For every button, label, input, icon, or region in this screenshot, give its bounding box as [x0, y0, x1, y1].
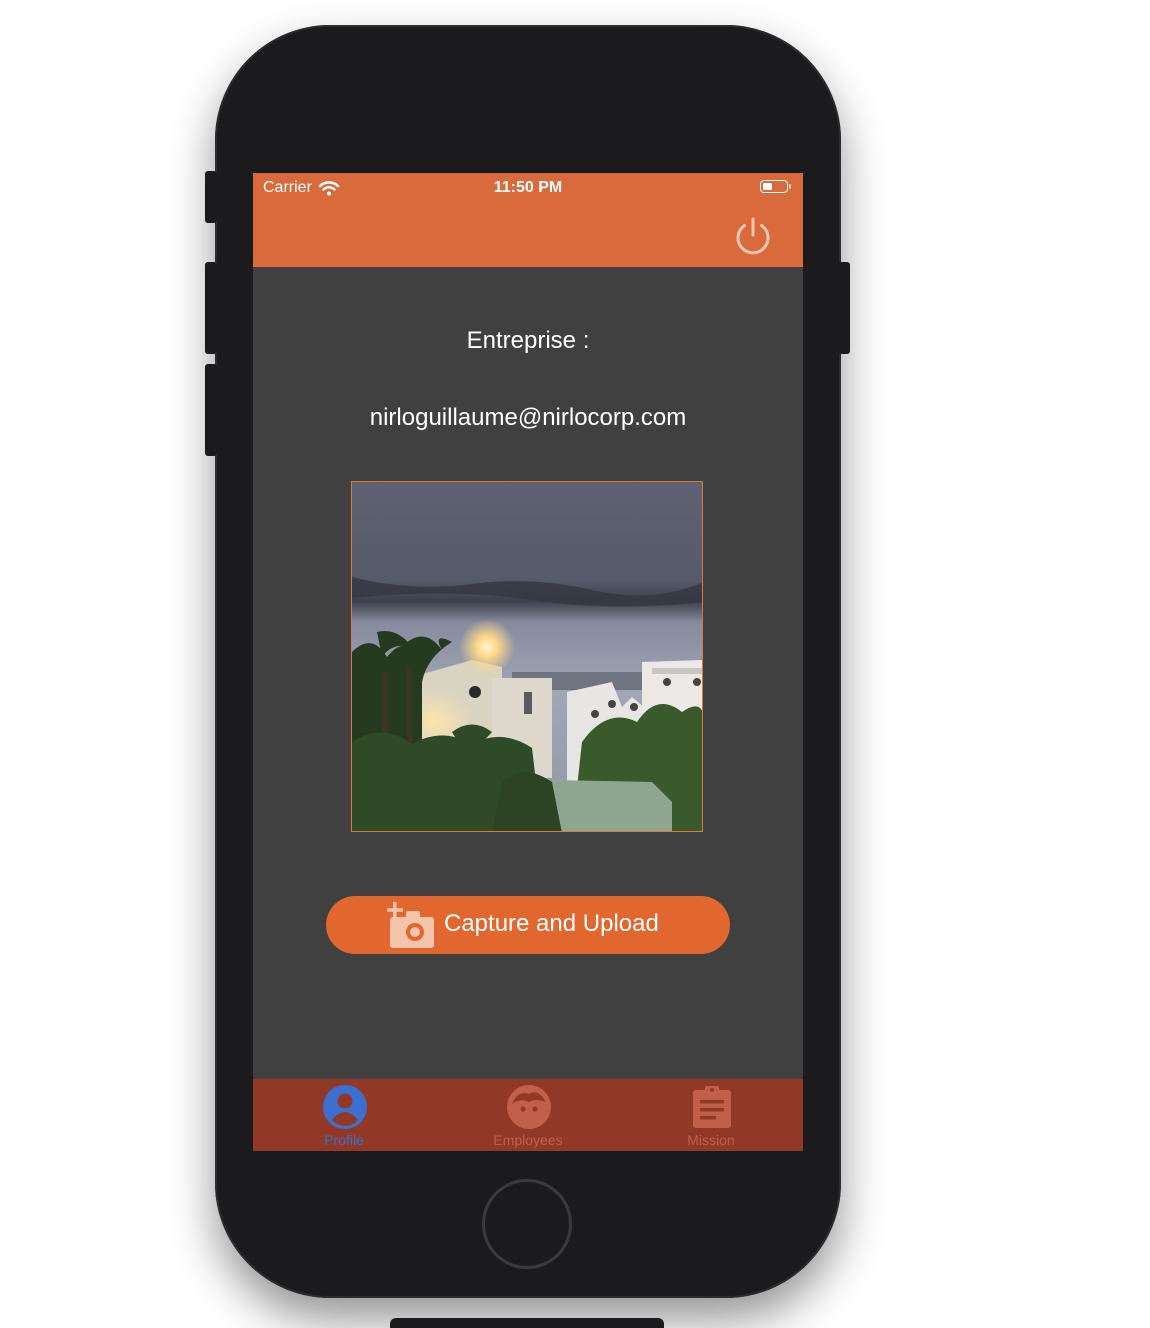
- home-button[interactable]: [482, 1179, 572, 1269]
- navigation-bar: Carrier 11:50 PM: [253, 173, 803, 267]
- add-camera-icon: [387, 902, 434, 948]
- app-screen: Carrier 11:50 PM Entreprise : nirloguill…: [253, 173, 803, 1151]
- mute-switch: [205, 171, 217, 223]
- person-icon: [323, 1085, 367, 1129]
- tab-profile-label: Profile: [324, 1132, 364, 1148]
- tab-mission[interactable]: Mission: [641, 1079, 781, 1151]
- tab-mission-label: Mission: [687, 1132, 735, 1148]
- capture-upload-label: Capture and Upload: [444, 910, 659, 937]
- tab-employees[interactable]: Employees: [458, 1079, 598, 1151]
- side-power-button: [838, 262, 850, 354]
- profile-photo: [351, 481, 703, 832]
- clipboard-icon: [693, 1086, 731, 1128]
- power-icon[interactable]: [730, 213, 776, 259]
- capture-upload-button[interactable]: Capture and Upload: [326, 896, 730, 954]
- battery-level: [763, 183, 772, 190]
- status-time: 11:50 PM: [493, 179, 563, 196]
- tab-employees-label: Employees: [493, 1132, 563, 1148]
- face-icon: [507, 1085, 551, 1129]
- company-label: Entreprise :: [466, 327, 590, 354]
- profile-photo-image: [352, 482, 702, 831]
- device-shadow-edge: [390, 1318, 664, 1328]
- volume-down-button: [205, 364, 217, 456]
- tab-profile[interactable]: Profile: [274, 1079, 414, 1151]
- user-email: nirloguillaume@nirlocorp.com: [369, 404, 687, 431]
- tab-bar: Profile Employees Mission: [253, 1079, 803, 1151]
- volume-up-button: [205, 262, 217, 354]
- battery-icon: [760, 180, 791, 193]
